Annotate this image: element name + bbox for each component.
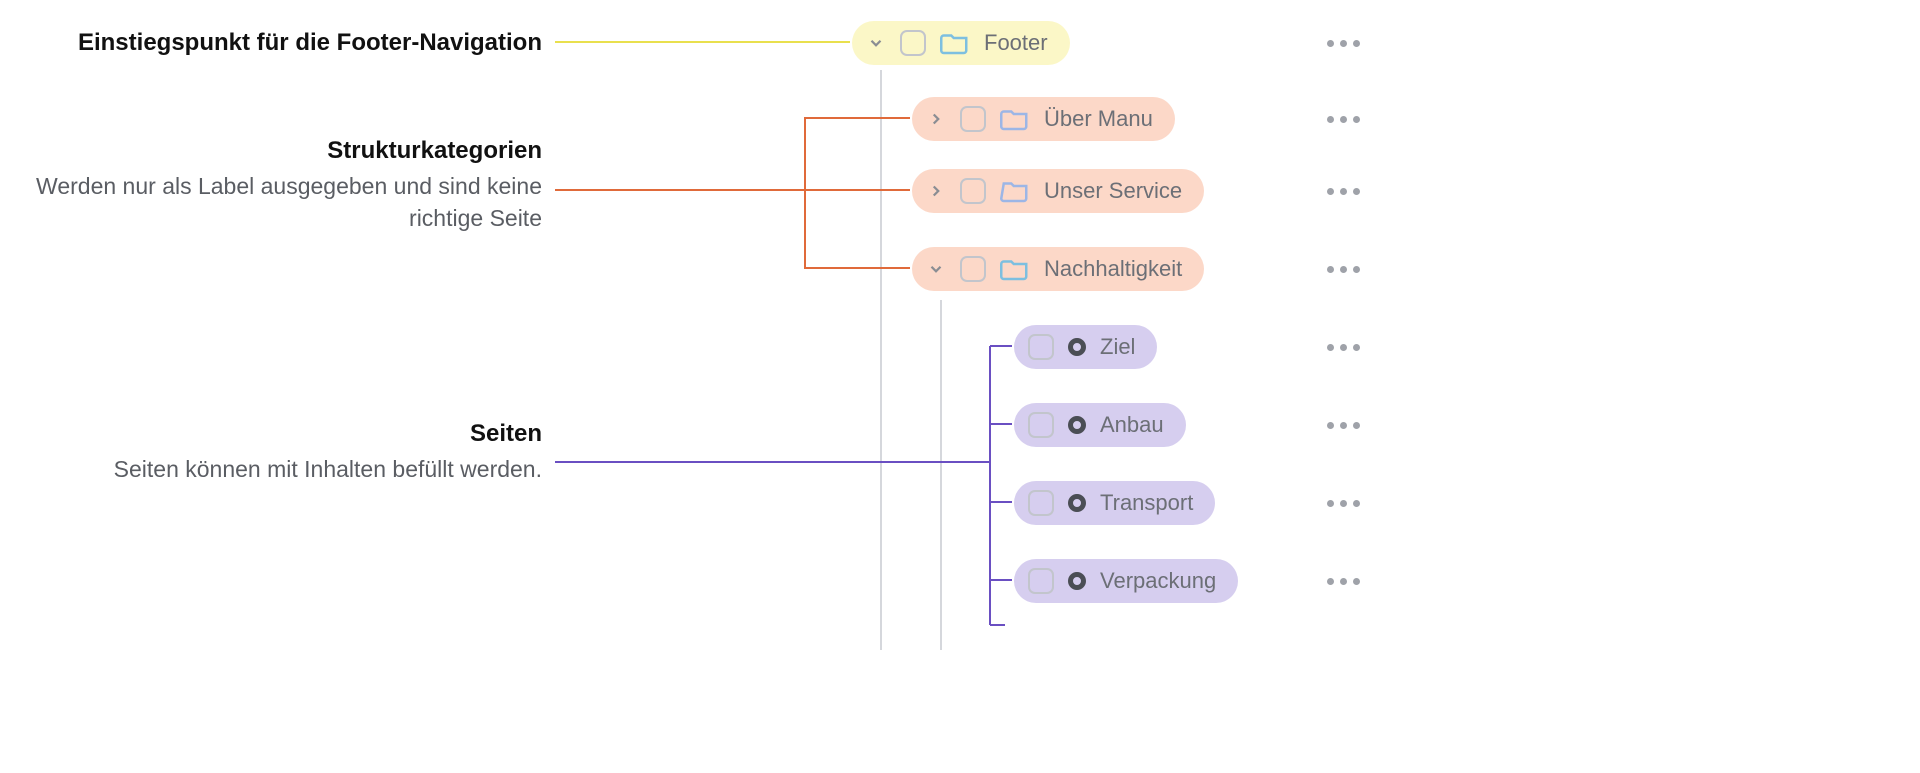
page-marker-icon [1068,494,1086,512]
nav-tree: Footer Über Manu Unser Service [0,0,1380,773]
tree-node-category[interactable]: Über Manu [0,92,1380,146]
tree-node-category[interactable]: Unser Service [0,164,1380,218]
folder-open-icon [940,30,970,56]
more-menu-button[interactable] [1327,116,1360,123]
node-label: Nachhaltigkeit [1044,256,1182,282]
node-label: Anbau [1100,412,1164,438]
node-checkbox[interactable] [1028,412,1054,438]
folder-icon [1000,106,1030,132]
more-menu-button[interactable] [1327,578,1360,585]
node-checkbox[interactable] [1028,568,1054,594]
chevron-right-icon[interactable] [926,110,946,128]
node-label: Footer [984,30,1048,56]
node-label: Unser Service [1044,178,1182,204]
more-menu-button[interactable] [1327,40,1360,47]
chevron-down-icon[interactable] [926,260,946,278]
tree-node-page[interactable]: Ziel [0,320,1380,374]
page-marker-icon [1068,572,1086,590]
node-checkbox[interactable] [900,30,926,56]
node-checkbox[interactable] [1028,334,1054,360]
tree-node-page[interactable]: Transport [0,476,1380,530]
more-menu-button[interactable] [1327,500,1360,507]
page-marker-icon [1068,416,1086,434]
tree-node-page[interactable]: Anbau [0,398,1380,452]
chevron-right-icon[interactable] [926,182,946,200]
node-label: Über Manu [1044,106,1153,132]
node-checkbox[interactable] [960,178,986,204]
node-checkbox[interactable] [960,256,986,282]
node-label: Verpackung [1100,568,1216,594]
tree-node-footer[interactable]: Footer [0,16,1380,70]
more-menu-button[interactable] [1327,188,1360,195]
node-checkbox[interactable] [960,106,986,132]
node-checkbox[interactable] [1028,490,1054,516]
folder-icon [1000,178,1030,204]
more-menu-button[interactable] [1327,266,1360,273]
folder-open-icon [1000,256,1030,282]
tree-node-page[interactable]: Verpackung [0,554,1380,608]
tree-node-category[interactable]: Nachhaltigkeit [0,242,1380,296]
node-label: Transport [1100,490,1193,516]
more-menu-button[interactable] [1327,344,1360,351]
chevron-down-icon[interactable] [866,34,886,52]
node-label: Ziel [1100,334,1135,360]
more-menu-button[interactable] [1327,422,1360,429]
page-marker-icon [1068,338,1086,356]
